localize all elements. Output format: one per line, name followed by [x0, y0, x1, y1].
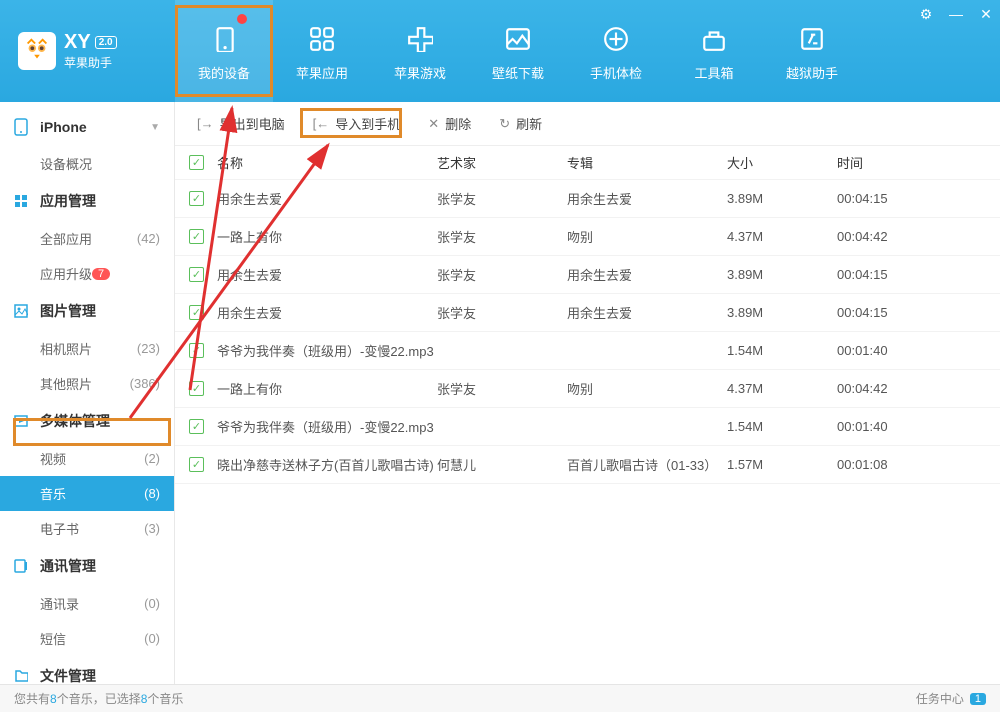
import-button[interactable]: [← 导入到手机 — [301, 108, 413, 139]
badge: 7 — [92, 268, 110, 280]
checkup-icon — [598, 21, 634, 57]
nav-tab-device[interactable]: 我的设备 — [175, 0, 273, 102]
apps-icon — [14, 194, 32, 208]
row-checkbox[interactable]: ✓ — [189, 229, 204, 244]
sidebar-device-overview[interactable]: 设备概况 — [0, 146, 174, 181]
import-icon: [← — [313, 116, 330, 131]
row-checkbox[interactable]: ✓ — [189, 267, 204, 282]
table-row[interactable]: ✓ 晓出净慈寺送林子方(百首儿歌唱古诗) 何慧儿 百首儿歌唱古诗（01-33） … — [175, 446, 1000, 484]
logo-area: XY 2.0 苹果助手 — [0, 31, 175, 71]
table-row[interactable]: ✓ 用余生去爱 张学友 用余生去爱 3.89M 00:04:15 — [175, 256, 1000, 294]
sidebar-item[interactable]: 短信(0) — [0, 621, 174, 656]
nav-tab-wallpaper[interactable]: 壁纸下载 — [469, 0, 567, 102]
col-artist[interactable]: 艺术家 — [437, 153, 567, 172]
app-title: XY — [64, 31, 91, 54]
sidebar-group-contacts[interactable]: 通讯管理 — [0, 546, 174, 586]
sidebar-item[interactable]: 视频(2) — [0, 441, 174, 476]
app-header: XY 2.0 苹果助手 我的设备苹果应用苹果游戏壁纸下载手机体检工具箱越狱助手 ⚙… — [0, 0, 1000, 102]
main-panel: [→ 导出到电脑 [← 导入到手机 ✕ 删除 ↻ 刷新 ✓ 名称 艺术家 专辑 — [175, 102, 1000, 684]
nav-tabs: 我的设备苹果应用苹果游戏壁纸下载手机体检工具箱越狱助手 — [175, 0, 861, 102]
table-row[interactable]: ✓ 一路上有你 张学友 吻别 4.37M 00:04:42 — [175, 218, 1000, 256]
task-center-link[interactable]: 任务中心 — [916, 690, 964, 707]
sidebar-group-files[interactable]: 文件管理 — [0, 656, 174, 684]
phone-icon — [14, 118, 32, 136]
select-all-checkbox[interactable]: ✓ — [189, 155, 204, 170]
refresh-icon: ↻ — [499, 116, 510, 132]
export-button[interactable]: [→ 导出到电脑 — [185, 108, 297, 139]
device-name: iPhone — [40, 119, 87, 135]
table-row[interactable]: ✓ 用余生去爱 张学友 用余生去爱 3.89M 00:04:15 — [175, 180, 1000, 218]
music-table: ✓ 名称 艺术家 专辑 大小 时间 ✓ 用余生去爱 张学友 用余生去爱 3.89… — [175, 146, 1000, 684]
app-version: 2.0 — [95, 36, 117, 49]
refresh-button[interactable]: ↻ 刷新 — [487, 108, 554, 139]
row-checkbox[interactable]: ✓ — [189, 343, 204, 358]
sidebar-item[interactable]: 音乐(8) — [0, 476, 174, 511]
task-count-badge: 1 — [970, 693, 986, 705]
app-subtitle: 苹果助手 — [64, 54, 117, 71]
sidebar-item[interactable]: 通讯录(0) — [0, 586, 174, 621]
device-icon — [206, 21, 242, 57]
table-row[interactable]: ✓ 爷爷为我伴奏（班级用）-变慢22.mp3 1.54M 00:01:40 — [175, 332, 1000, 370]
sidebar-group-media[interactable]: 多媒体管理 — [0, 401, 174, 441]
sidebar-item[interactable]: 全部应用(42) — [0, 221, 174, 256]
sidebar-item[interactable]: 相机照片(23) — [0, 331, 174, 366]
sidebar-item[interactable]: 电子书(3) — [0, 511, 174, 546]
row-checkbox[interactable]: ✓ — [189, 419, 204, 434]
apps-icon — [304, 21, 340, 57]
files-icon — [14, 669, 32, 683]
toolbox-icon — [696, 21, 732, 57]
contacts-icon — [14, 559, 32, 573]
export-icon: [→ — [197, 116, 214, 131]
col-size[interactable]: 大小 — [727, 153, 837, 172]
nav-tab-toolbox[interactable]: 工具箱 — [665, 0, 763, 102]
col-album[interactable]: 专辑 — [567, 153, 727, 172]
row-checkbox[interactable]: ✓ — [189, 191, 204, 206]
nav-tab-apps[interactable]: 苹果应用 — [273, 0, 371, 102]
row-checkbox[interactable]: ✓ — [189, 305, 204, 320]
images-icon — [14, 304, 32, 318]
notification-dot — [237, 14, 247, 24]
toolbar: [→ 导出到电脑 [← 导入到手机 ✕ 删除 ↻ 刷新 — [175, 102, 1000, 146]
status-bar: 您共有 8 个音乐，已选择 8 个音乐 任务中心 1 — [0, 684, 1000, 712]
delete-icon: ✕ — [428, 116, 439, 132]
jailbreak-icon — [794, 21, 830, 57]
media-icon — [14, 414, 32, 428]
sidebar-item[interactable]: 其他照片(386) — [0, 366, 174, 401]
sidebar-group-images[interactable]: 图片管理 — [0, 291, 174, 331]
sidebar-item[interactable]: 应用升级7 — [0, 256, 174, 291]
row-checkbox[interactable]: ✓ — [189, 381, 204, 396]
games-icon — [402, 21, 438, 57]
close-icon[interactable]: ✕ — [978, 6, 994, 23]
delete-button[interactable]: ✕ 删除 — [416, 108, 483, 139]
sidebar: iPhone ▼ 设备概况 应用管理全部应用(42)应用升级7图片管理相机照片(… — [0, 102, 175, 684]
sidebar-device-header[interactable]: iPhone ▼ — [0, 108, 174, 146]
wallpaper-icon — [500, 21, 536, 57]
row-checkbox[interactable]: ✓ — [189, 457, 204, 472]
table-header-row: ✓ 名称 艺术家 专辑 大小 时间 — [175, 146, 1000, 180]
table-row[interactable]: ✓ 爷爷为我伴奏（班级用）-变慢22.mp3 1.54M 00:01:40 — [175, 408, 1000, 446]
table-row[interactable]: ✓ 用余生去爱 张学友 用余生去爱 3.89M 00:04:15 — [175, 294, 1000, 332]
chevron-down-icon: ▼ — [150, 122, 160, 133]
nav-tab-jailbreak[interactable]: 越狱助手 — [763, 0, 861, 102]
sidebar-group-apps[interactable]: 应用管理 — [0, 181, 174, 221]
minimize-icon[interactable]: — — [948, 6, 964, 23]
nav-tab-games[interactable]: 苹果游戏 — [371, 0, 469, 102]
logo-icon — [18, 32, 56, 70]
col-time[interactable]: 时间 — [837, 153, 937, 172]
table-row[interactable]: ✓ 一路上有你 张学友 吻别 4.37M 00:04:42 — [175, 370, 1000, 408]
nav-tab-checkup[interactable]: 手机体检 — [567, 0, 665, 102]
col-name[interactable]: 名称 — [217, 153, 437, 172]
window-controls: ⚙ — ✕ — [918, 6, 994, 23]
settings-icon[interactable]: ⚙ — [918, 6, 934, 23]
